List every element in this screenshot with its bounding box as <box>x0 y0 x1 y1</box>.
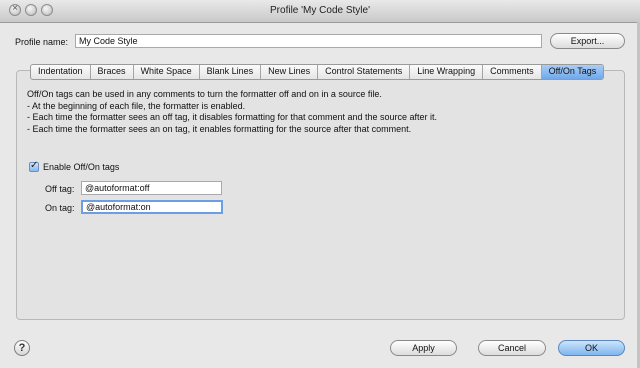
profile-name-label: Profile name: <box>15 37 69 47</box>
tab-white-space[interactable]: White Space <box>134 65 200 79</box>
cancel-button[interactable]: Cancel <box>478 340 546 356</box>
tab-braces[interactable]: Braces <box>91 65 134 79</box>
on-tag-input[interactable]: @autoformat:on <box>81 200 223 214</box>
title-bar: × Profile 'My Code Style' <box>0 0 640 23</box>
ok-button[interactable]: OK <box>558 340 625 356</box>
tab-indentation[interactable]: Indentation <box>31 65 91 79</box>
enable-off-on-label[interactable]: Enable Off/On tags <box>43 162 119 172</box>
tab-comments[interactable]: Comments <box>483 65 542 79</box>
help-icon[interactable]: ? <box>14 340 30 356</box>
window-title: Profile 'My Code Style' <box>270 5 370 16</box>
tab-bar: Indentation Braces White Space Blank Lin… <box>30 64 605 80</box>
tab-new-lines[interactable]: New Lines <box>261 65 319 79</box>
checkmark-icon: ✓ <box>30 160 39 171</box>
off-tag-input[interactable]: @autoformat:off <box>81 181 222 195</box>
description: Off/On tags can be used in any comments … <box>27 89 437 135</box>
on-tag-label: On tag: <box>45 203 75 213</box>
profile-name-input[interactable]: My Code Style <box>75 34 542 48</box>
tab-off-on-tags[interactable]: Off/On Tags <box>541 65 604 79</box>
description-line: - Each time the formatter sees an on tag… <box>27 123 412 134</box>
description-line: - At the beginning of each file, the for… <box>27 100 246 111</box>
export-button[interactable]: Export... <box>550 33 625 49</box>
tab-blank-lines[interactable]: Blank Lines <box>200 65 262 79</box>
off-tag-label: Off tag: <box>45 184 75 194</box>
apply-button[interactable]: Apply <box>390 340 457 356</box>
tab-line-wrapping[interactable]: Line Wrapping <box>410 65 484 79</box>
tab-control-statements[interactable]: Control Statements <box>318 65 411 79</box>
description-line: Off/On tags can be used in any comments … <box>27 89 382 99</box>
enable-off-on-checkbox[interactable]: ✓ <box>29 160 39 172</box>
description-line: - Each time the formatter sees an off ta… <box>27 112 438 122</box>
